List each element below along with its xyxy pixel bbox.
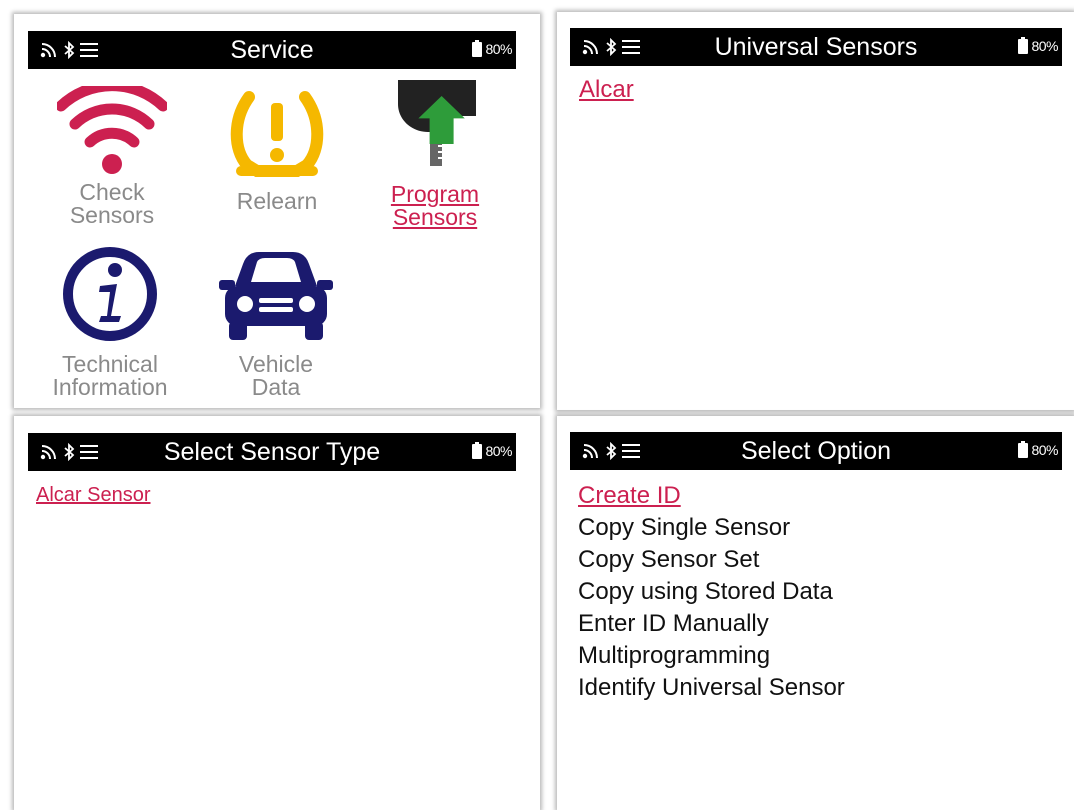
option-identify-universal-sensor[interactable]: Identify Universal Sensor	[578, 672, 845, 704]
option-create-id[interactable]: Create ID	[578, 480, 845, 512]
car-icon	[219, 252, 333, 340]
option-enter-id-manually[interactable]: Enter ID Manually	[578, 608, 845, 640]
status-bar: Service 80%	[28, 31, 516, 69]
list-item-alcar[interactable]: Alcar	[579, 76, 634, 104]
battery-level: 80%	[485, 443, 512, 459]
select-sensor-type-screen: Select Sensor Type 80% Alcar Sensor	[14, 416, 540, 810]
universal-sensors-screen: Universal Sensors 80% Alcar	[557, 12, 1074, 410]
battery-level: 80%	[1031, 38, 1058, 54]
bluetooth-icon	[64, 41, 75, 59]
info-icon	[63, 247, 157, 341]
battery-indicator: 80%	[472, 39, 512, 57]
menu-icon[interactable]	[80, 43, 98, 57]
battery-indicator: 80%	[472, 441, 512, 459]
menu-icon[interactable]	[622, 40, 640, 54]
list-item-alcar-sensor[interactable]: Alcar Sensor	[36, 484, 151, 507]
tile-vehicle-data[interactable]: Vehicle Data	[212, 246, 340, 399]
screen-title: Universal Sensors	[714, 33, 918, 61]
tile-label: Relearn	[236, 188, 318, 214]
screen-title: Service	[230, 36, 314, 64]
service-screen: Service 80% Check Sensors Relearn Progra…	[14, 14, 540, 408]
tile-check-sensors[interactable]: Check Sensors	[52, 80, 172, 228]
battery-icon	[472, 39, 483, 57]
option-list: Create ID Copy Single Sensor Copy Sensor…	[578, 480, 845, 704]
tile-program-sensors[interactable]: Program Sensors	[374, 76, 496, 229]
bluetooth-icon	[606, 442, 617, 460]
tile-label: Program Sensors	[390, 181, 480, 230]
status-bar: Select Option 80%	[570, 432, 1062, 470]
wireless-icon	[40, 445, 56, 460]
select-option-screen: Select Option 80% Create ID Copy Single …	[557, 416, 1074, 810]
option-copy-sensor-set[interactable]: Copy Sensor Set	[578, 544, 845, 576]
bluetooth-icon	[64, 443, 75, 461]
battery-indicator: 80%	[1018, 36, 1058, 54]
battery-indicator: 80%	[1018, 440, 1058, 458]
option-copy-using-stored-data[interactable]: Copy using Stored Data	[578, 576, 845, 608]
bluetooth-icon	[606, 38, 617, 56]
option-copy-single-sensor[interactable]: Copy Single Sensor	[578, 512, 845, 544]
screen-title: Select Sensor Type	[163, 438, 381, 466]
wireless-icon	[582, 444, 598, 459]
battery-level: 80%	[1031, 442, 1058, 458]
tile-label: Check Sensors	[69, 179, 155, 228]
tire-pressure-warning-icon	[230, 91, 324, 177]
status-bar: Select Sensor Type 80%	[28, 433, 516, 471]
tile-relearn[interactable]: Relearn	[217, 89, 337, 213]
tile-label: Technical Information	[52, 351, 168, 400]
battery-icon	[1018, 440, 1029, 458]
battery-level: 80%	[485, 41, 512, 57]
tile-label: Vehicle Data	[238, 351, 314, 400]
tile-technical-information[interactable]: Technical Information	[38, 246, 182, 399]
menu-icon[interactable]	[622, 444, 640, 458]
wifi-signal-icon	[55, 80, 169, 174]
wireless-icon	[40, 43, 56, 58]
status-bar: Universal Sensors 80%	[570, 28, 1062, 66]
option-multiprogramming[interactable]: Multiprogramming	[578, 640, 845, 672]
screen-title: Select Option	[740, 437, 892, 465]
wireless-icon	[582, 40, 598, 55]
sensor-program-upload-icon	[398, 80, 476, 166]
battery-icon	[1018, 36, 1029, 54]
menu-icon[interactable]	[80, 445, 98, 459]
battery-icon	[472, 441, 483, 459]
